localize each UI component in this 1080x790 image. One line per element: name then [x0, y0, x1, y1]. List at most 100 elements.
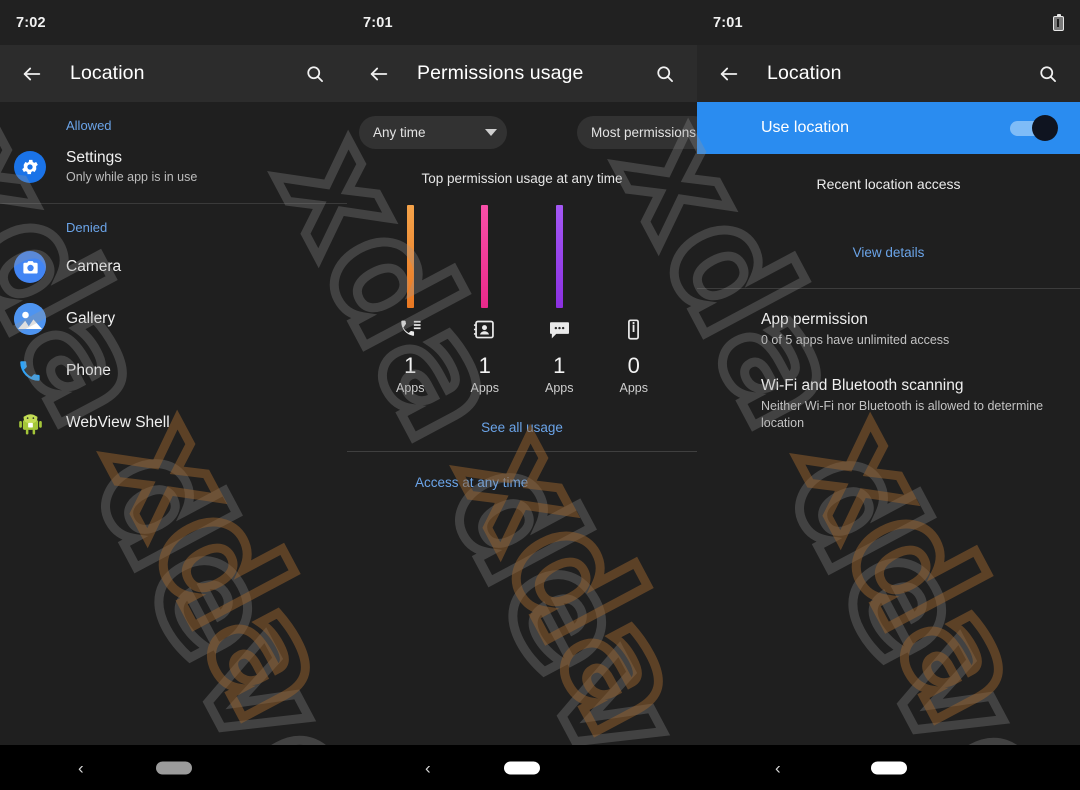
- use-location-label: Use location: [761, 119, 850, 136]
- chart-count: 0 Apps: [604, 353, 664, 397]
- list-item[interactable]: Phone: [0, 345, 347, 397]
- sort-filter-label: Most permissions: [591, 125, 697, 140]
- app-name: Gallery: [66, 310, 116, 327]
- chart-count: 1 Apps: [455, 353, 515, 397]
- chart-column: [380, 203, 440, 308]
- count-unit: Apps: [470, 381, 500, 395]
- status-bar-2: 7:01: [347, 0, 697, 45]
- page-title: Location: [767, 62, 842, 84]
- chart-column: [604, 203, 664, 308]
- count-value: 0: [627, 353, 640, 378]
- nav-back-icon[interactable]: ‹: [425, 759, 431, 776]
- setting-desc: 0 of 5 apps have unlimited access: [761, 333, 950, 347]
- nearby-devices-icon: [604, 318, 664, 341]
- nav-back-icon[interactable]: ‹: [78, 759, 84, 776]
- chart-column: [529, 203, 589, 308]
- count-unit: Apps: [545, 381, 574, 395]
- search-icon[interactable]: [301, 60, 329, 88]
- see-all-usage-row: See all usage: [347, 419, 697, 437]
- page-title: Permissions usage: [417, 62, 584, 84]
- panel2-body: Any time Most permissions Top permission…: [347, 102, 697, 492]
- app-bar-3: Location: [697, 45, 1080, 102]
- app-name: Camera: [66, 258, 122, 275]
- app-subtitle: Only while app is in use: [66, 170, 198, 184]
- count-value: 1: [478, 353, 491, 378]
- sms-icon: [529, 318, 589, 341]
- nav-back-icon[interactable]: ‹: [775, 759, 781, 776]
- count-unit: Apps: [619, 381, 649, 395]
- app-name: Settings: [66, 149, 123, 166]
- panel1-body: Allowed Settings Only while app is in us…: [0, 102, 347, 449]
- battery-charging-icon: [1053, 14, 1064, 31]
- count-value: 1: [404, 353, 417, 378]
- panel3-body: Recent location access View details App …: [697, 154, 1080, 432]
- recent-location-access-title: Recent location access: [816, 176, 961, 192]
- camera-icon: [14, 251, 46, 283]
- wifi-bluetooth-scanning-row[interactable]: Wi-Fi and Bluetooth scanning Neither Wi-…: [697, 349, 1080, 432]
- back-arrow-icon[interactable]: [365, 60, 393, 88]
- list-item[interactable]: Camera: [0, 241, 347, 293]
- permission-usage-chart: [347, 198, 697, 308]
- sort-filter-chip[interactable]: Most permissions: [577, 116, 697, 149]
- home-gesture-pill[interactable]: [870, 761, 907, 774]
- search-icon[interactable]: [651, 60, 679, 88]
- chevron-down-icon: [485, 129, 497, 136]
- list-item[interactable]: Settings Only while app is in use: [0, 139, 347, 195]
- view-details-row: View details: [697, 192, 1080, 262]
- android-webview-icon: [14, 407, 46, 439]
- list-item[interactable]: Gallery: [0, 293, 347, 345]
- screenshot-collage: 7:02 Location Allowed Settings Only whil…: [0, 0, 1080, 745]
- setting-title: App permission: [761, 311, 868, 328]
- filter-chip-row: Any time Most permissions: [347, 102, 697, 149]
- app-permission-row[interactable]: App permission 0 of 5 apps have unlimite…: [697, 289, 1080, 349]
- use-location-row[interactable]: Use location: [697, 102, 1080, 154]
- navbar-2: ‹: [347, 745, 697, 790]
- chart-bar: [481, 205, 489, 308]
- access-at-any-time-link[interactable]: Access at any time: [415, 475, 528, 490]
- see-all-usage-link[interactable]: See all usage: [481, 420, 563, 435]
- status-time: 7:01: [713, 14, 743, 31]
- status-time: 7:02: [16, 14, 46, 31]
- phone-icon: [14, 355, 46, 387]
- status-time: 7:01: [363, 14, 393, 31]
- status-bar-3: 7:01: [697, 0, 1080, 45]
- contacts-icon: [455, 318, 515, 341]
- time-filter-label: Any time: [373, 125, 426, 140]
- app-name: WebView Shell: [66, 414, 170, 431]
- chart-count: 1 Apps: [380, 353, 440, 397]
- screen-location-settings: 7:01 Location Use location Recent locati…: [697, 0, 1080, 745]
- setting-desc: Neither Wi-Fi nor Bluetooth is allowed t…: [761, 399, 1044, 430]
- settings-gear-icon: [14, 151, 46, 183]
- setting-title: Wi-Fi and Bluetooth scanning: [761, 377, 964, 394]
- navbar-3: ‹: [697, 745, 1080, 790]
- use-location-toggle[interactable]: [1005, 115, 1058, 141]
- chart-column: [455, 203, 515, 308]
- chart-count: 1 Apps: [529, 353, 589, 397]
- chart-bar: [555, 205, 563, 308]
- search-icon[interactable]: [1034, 60, 1062, 88]
- app-bar-1: Location: [0, 45, 347, 102]
- chart-bar: [406, 205, 414, 308]
- page-title: Location: [70, 62, 145, 84]
- gallery-icon: [14, 303, 46, 335]
- count-value: 1: [553, 353, 566, 378]
- app-name: Phone: [66, 362, 111, 379]
- home-gesture-pill[interactable]: [155, 761, 192, 774]
- screen-location-app-permissions: 7:02 Location Allowed Settings Only whil…: [0, 0, 347, 745]
- chart-category-icons: [347, 318, 697, 341]
- chart-title: Top permission usage at any time: [421, 171, 623, 186]
- home-gesture-pill[interactable]: [504, 761, 540, 774]
- time-filter-chip[interactable]: Any time: [359, 116, 507, 149]
- back-arrow-icon[interactable]: [18, 60, 46, 88]
- navigation-bars: ‹ ‹ ‹: [0, 745, 1080, 790]
- count-unit: Apps: [396, 381, 425, 395]
- section-header-allowed: Allowed: [66, 118, 112, 133]
- call-log-icon: [380, 318, 440, 341]
- app-bar-2: Permissions usage: [347, 45, 697, 102]
- status-bar-1: 7:02: [0, 0, 347, 45]
- list-item[interactable]: WebView Shell: [0, 397, 347, 449]
- access-at-any-time-row: Access at any time: [347, 452, 697, 492]
- view-details-link[interactable]: View details: [853, 245, 925, 260]
- back-arrow-icon[interactable]: [715, 60, 743, 88]
- section-header-denied: Denied: [66, 220, 108, 235]
